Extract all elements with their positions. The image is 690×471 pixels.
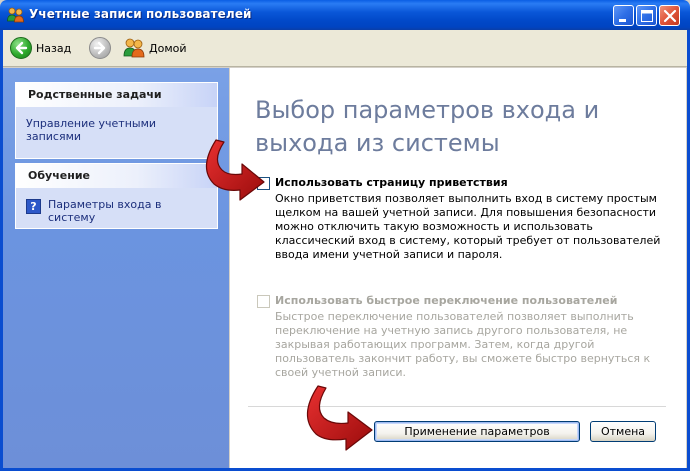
back-button[interactable]: Назад bbox=[10, 37, 71, 59]
fast-user-switching-checkbox[interactable] bbox=[257, 295, 270, 308]
logon-options-help-link[interactable]: ? Параметры входа в систему bbox=[26, 198, 207, 224]
close-button[interactable] bbox=[659, 5, 680, 26]
related-tasks-header: Родственные задачи bbox=[16, 83, 217, 107]
related-tasks-group: Родственные задачи Управление учетными з… bbox=[15, 82, 218, 159]
window-title: Учетные записи пользователей bbox=[29, 7, 252, 21]
fast-user-switching-description: Быстрое переключение пользователей позво… bbox=[275, 310, 651, 379]
red-arrow-icon bbox=[306, 385, 373, 451]
user-accounts-window: Учетные записи пользователей Назад Домой… bbox=[0, 0, 690, 471]
maximize-icon bbox=[641, 10, 653, 22]
forward-arrow-icon bbox=[89, 37, 111, 59]
back-label: Назад bbox=[36, 41, 72, 55]
back-arrow-icon bbox=[10, 37, 32, 59]
logon-options-help-label: Параметры входа в систему bbox=[48, 198, 162, 224]
page-title: Выбор параметров входа и выхода из систе… bbox=[255, 96, 600, 157]
forward-button[interactable] bbox=[89, 37, 111, 59]
task-pane: Родственные задачи Управление учетными з… bbox=[3, 68, 229, 468]
home-button[interactable]: Домой bbox=[123, 37, 187, 59]
welcome-screen-label[interactable]: Использовать страницу приветствия bbox=[275, 176, 508, 189]
navigation-toolbar: Назад Домой bbox=[3, 30, 687, 67]
maximize-button[interactable] bbox=[636, 5, 657, 26]
fast-user-switching-label[interactable]: Использовать быстрое переключение пользо… bbox=[275, 294, 617, 307]
close-icon bbox=[663, 9, 677, 23]
user-accounts-icon bbox=[7, 7, 24, 23]
minimize-button[interactable] bbox=[613, 5, 634, 26]
learn-group: Обучение ? Параметры входа в систему bbox=[15, 163, 218, 229]
cancel-button[interactable]: Отмена bbox=[590, 421, 656, 442]
welcome-screen-description: Окно приветствия позволяет выполнить вхо… bbox=[275, 192, 661, 261]
home-label: Домой bbox=[149, 41, 187, 55]
red-arrow-icon bbox=[205, 139, 265, 201]
minimize-icon bbox=[619, 19, 626, 22]
title-bar[interactable]: Учетные записи пользователей bbox=[0, 0, 690, 30]
learn-header: Обучение bbox=[16, 164, 217, 188]
help-icon: ? bbox=[26, 199, 41, 214]
users-home-icon bbox=[123, 38, 145, 58]
manage-accounts-link[interactable]: Управление учетными записями bbox=[16, 107, 217, 153]
apply-options-button[interactable]: Применение параметров bbox=[374, 421, 580, 442]
